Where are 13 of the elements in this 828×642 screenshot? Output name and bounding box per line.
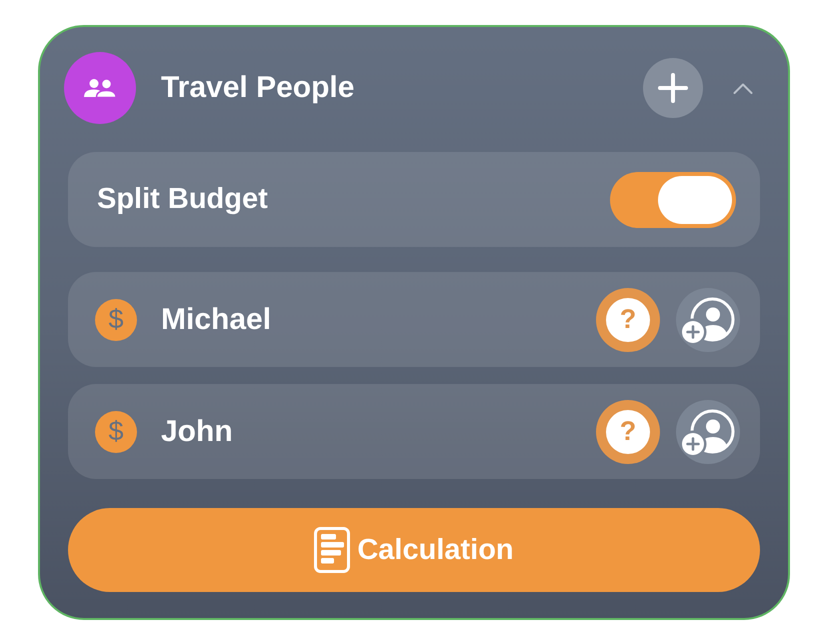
help-button[interactable]: ? — [596, 288, 660, 352]
split-budget-label: Split Budget — [97, 183, 268, 216]
document-icon — [314, 527, 350, 573]
currency-symbol: $ — [95, 298, 137, 340]
person-name: Michael — [161, 302, 272, 336]
help-button[interactable]: ? — [596, 400, 660, 464]
add-person-icon — [680, 296, 736, 344]
card-title: Travel People — [161, 71, 354, 105]
currency-symbol: $ — [95, 410, 137, 452]
plus-icon — [658, 73, 688, 103]
add-person-icon — [680, 408, 736, 456]
calculation-button[interactable]: Calculation — [68, 508, 760, 592]
person-name: John — [161, 414, 233, 448]
